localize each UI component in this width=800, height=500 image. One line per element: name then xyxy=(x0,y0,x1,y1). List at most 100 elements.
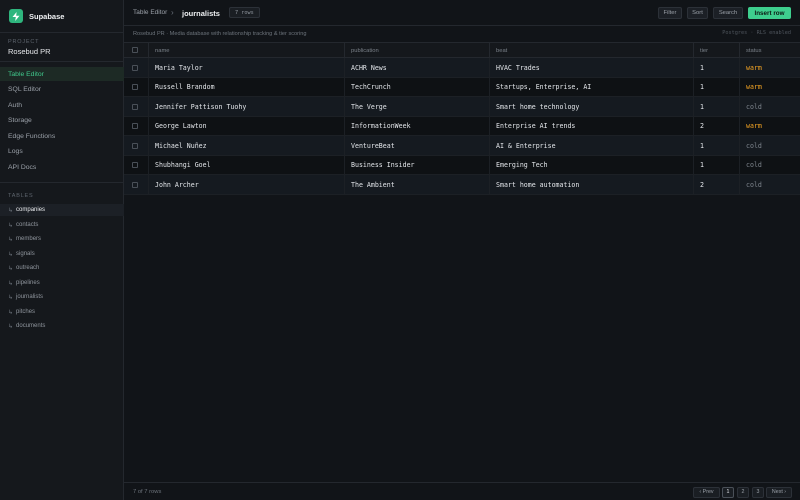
search-button[interactable]: Search xyxy=(713,7,743,19)
table-label: companies xyxy=(16,207,46,213)
cell-name[interactable]: Jennifer Pattison Tuohy xyxy=(148,97,344,116)
cell-status[interactable]: cold xyxy=(739,97,800,116)
cell-publication[interactable]: The Ambient xyxy=(344,175,489,194)
sidebar-table-journalists[interactable]: ↳ journalists xyxy=(0,291,124,303)
sidebar-table-companies[interactable]: ↳ companies xyxy=(0,204,124,216)
cell-beat[interactable]: Smart home automation xyxy=(489,175,693,194)
row-checkbox[interactable] xyxy=(132,181,138,188)
page-title: journalists xyxy=(182,8,220,18)
cell-status[interactable]: cold xyxy=(739,175,800,194)
cell-beat[interactable]: Smart home technology xyxy=(489,97,693,116)
sidebar-table-outreach[interactable]: ↳ outreach xyxy=(0,262,124,274)
table-label: documents xyxy=(16,323,46,329)
table-label: outreach xyxy=(16,265,40,271)
brand[interactable]: Supabase xyxy=(9,9,64,23)
column-header-name[interactable]: name xyxy=(148,43,344,58)
cell-tier[interactable]: 1 xyxy=(693,136,739,155)
select-all-checkbox[interactable] xyxy=(132,47,138,53)
prev-page-button[interactable]: ‹ Prev xyxy=(693,486,720,498)
sidebar-table-contacts[interactable]: ↳ contacts xyxy=(0,219,124,231)
filter-button[interactable]: Filter xyxy=(658,7,682,19)
column-header-tier[interactable]: tier xyxy=(693,43,739,58)
column-header-status[interactable]: status xyxy=(739,43,800,58)
cell-status[interactable]: cold xyxy=(739,155,800,175)
sidebar: Supabase PROJECT Rosebud PR Table Editor… xyxy=(0,0,124,500)
page-2-button[interactable]: 2 xyxy=(737,486,749,498)
divider xyxy=(0,182,124,183)
table-row[interactable]: John Archer The Ambient Smart home autom… xyxy=(124,175,800,195)
cell-tier[interactable]: 1 xyxy=(693,97,739,116)
cell-tier[interactable]: 2 xyxy=(693,116,739,136)
cell-beat[interactable]: Startups, Enterprise, AI xyxy=(489,77,693,97)
table-description: Rosebud PR · Media database with relatio… xyxy=(133,31,307,37)
column-header-publication[interactable]: publication xyxy=(344,43,489,58)
next-page-button[interactable]: Next › xyxy=(766,486,792,498)
cell-beat[interactable]: Emerging Tech xyxy=(489,155,693,175)
sidebar-table-signals[interactable]: ↳ signals xyxy=(0,248,124,260)
sidebar-table-members[interactable]: ↳ members xyxy=(0,233,124,245)
row-checkbox[interactable] xyxy=(132,123,138,129)
sort-button[interactable]: Sort xyxy=(687,7,708,19)
table-footer: 7 of 7 rows ‹ Prev 1 2 3 Next › xyxy=(124,482,800,500)
row-checkbox[interactable] xyxy=(132,84,138,90)
corner-arrow-icon: ↳ xyxy=(8,323,14,330)
project-name[interactable]: Rosebud PR xyxy=(8,47,51,56)
cell-publication[interactable]: ACHR News xyxy=(344,58,489,77)
sidebar-table-documents[interactable]: ↳ documents xyxy=(0,320,124,332)
cell-tier[interactable]: 1 xyxy=(693,77,739,97)
cell-beat[interactable]: Enterprise AI trends xyxy=(489,116,693,136)
chevron-right-icon: › xyxy=(171,8,174,17)
insert-row-button[interactable]: Insert row xyxy=(748,7,791,19)
corner-arrow-icon: ↳ xyxy=(8,251,14,258)
sidebar-table-pitches[interactable]: ↳ pitches xyxy=(0,306,124,318)
row-checkbox[interactable] xyxy=(132,162,138,168)
cell-publication[interactable]: The Verge xyxy=(344,97,489,116)
cell-name[interactable]: Russell Brandom xyxy=(148,77,344,97)
nav-item-storage[interactable]: Storage xyxy=(0,113,124,127)
cell-publication[interactable]: InformationWeek xyxy=(344,116,489,136)
page-3-button[interactable]: 3 xyxy=(752,486,764,498)
cell-status[interactable]: warm xyxy=(739,58,800,77)
cell-tier[interactable]: 2 xyxy=(693,175,739,194)
breadcrumb-root[interactable]: Table Editor xyxy=(133,9,167,16)
nav-item-logs[interactable]: Logs xyxy=(0,144,124,158)
nav-item-label: Storage xyxy=(8,116,32,124)
corner-arrow-icon: ↳ xyxy=(8,309,14,316)
cell-status[interactable]: warm xyxy=(739,116,800,136)
table-row[interactable]: Russell Brandom TechCrunch Startups, Ent… xyxy=(124,77,800,97)
row-checkbox[interactable] xyxy=(132,64,138,71)
table-row[interactable]: Shubhangi Goel Business Insider Emerging… xyxy=(124,155,800,175)
row-checkbox[interactable] xyxy=(132,142,138,149)
sidebar-table-pipelines[interactable]: ↳ pipelines xyxy=(0,277,124,289)
cell-name[interactable]: George Lawton xyxy=(148,116,344,136)
cell-status[interactable]: warm xyxy=(739,77,800,97)
nav-item-sql-editor[interactable]: SQL Editor xyxy=(0,82,124,96)
page-1-button[interactable]: 1 xyxy=(722,486,734,498)
cell-name[interactable]: John Archer xyxy=(148,175,344,194)
table-row[interactable]: George Lawton InformationWeek Enterprise… xyxy=(124,116,800,136)
cell-publication[interactable]: VentureBeat xyxy=(344,136,489,155)
divider xyxy=(0,32,124,33)
cell-tier[interactable]: 1 xyxy=(693,58,739,77)
nav-item-edge-functions[interactable]: Edge Functions xyxy=(0,129,124,143)
cell-name[interactable]: Michael Nuñez xyxy=(148,136,344,155)
cell-beat[interactable]: AI & Enterprise xyxy=(489,136,693,155)
table-row[interactable]: Jennifer Pattison Tuohy The Verge Smart … xyxy=(124,97,800,117)
cell-publication[interactable]: TechCrunch xyxy=(344,77,489,97)
row-checkbox[interactable] xyxy=(132,103,138,110)
nav-item-api-docs[interactable]: API Docs xyxy=(0,160,124,174)
table-row[interactable]: Michael Nuñez VentureBeat AI & Enterpris… xyxy=(124,136,800,156)
cell-status[interactable]: cold xyxy=(739,136,800,155)
cell-beat[interactable]: HVAC Trades xyxy=(489,58,693,77)
divider xyxy=(0,61,124,62)
table-description-bar: Rosebud PR · Media database with relatio… xyxy=(124,26,800,42)
cell-tier[interactable]: 1 xyxy=(693,155,739,175)
cell-name[interactable]: Maria Taylor xyxy=(148,58,344,77)
nav-item-table-editor[interactable]: Table Editor xyxy=(0,67,124,81)
nav-item-auth[interactable]: Auth xyxy=(0,98,124,112)
corner-arrow-icon: ↳ xyxy=(8,294,14,301)
cell-publication[interactable]: Business Insider xyxy=(344,155,489,175)
cell-name[interactable]: Shubhangi Goel xyxy=(148,155,344,175)
column-header-beat[interactable]: beat xyxy=(489,43,693,58)
table-row[interactable]: Maria Taylor ACHR News HVAC Trades 1 war… xyxy=(124,58,800,78)
